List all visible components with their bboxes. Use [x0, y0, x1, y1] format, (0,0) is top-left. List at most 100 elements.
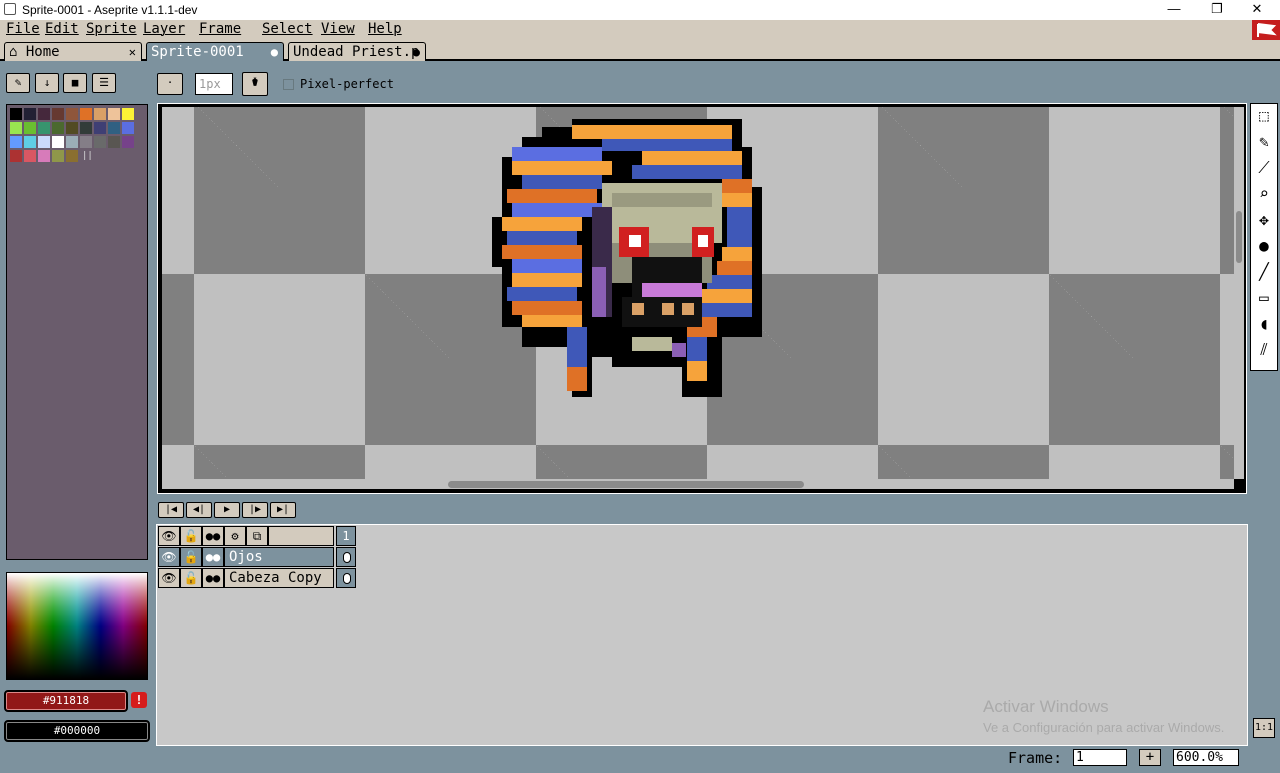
color-spectrum-picker[interactable] [6, 572, 148, 680]
menu-view[interactable]: View [321, 21, 355, 37]
vertical-scrollbar[interactable] [1234, 107, 1244, 479]
palette-swatch[interactable] [24, 108, 36, 120]
palette-swatch[interactable] [52, 108, 64, 120]
lock-header-icon[interactable]: 🔓 [180, 526, 202, 546]
layer-visibility-icon[interactable]: 👁 [158, 547, 180, 567]
palette-swatch[interactable] [38, 150, 50, 162]
menu-help[interactable]: Help [368, 21, 402, 37]
prev-frame-icon[interactable]: ◀| [186, 502, 212, 518]
menu-frame[interactable]: Frame [199, 21, 241, 37]
frame-input[interactable]: 1 [1073, 749, 1127, 766]
layer-visibility-icon[interactable]: 👁 [158, 568, 180, 588]
foreground-color-button[interactable]: #911818 [4, 690, 128, 712]
close-window-button[interactable]: ✕ [1234, 0, 1280, 20]
palette-swatch[interactable] [122, 136, 134, 148]
palette-swatch[interactable] [108, 122, 120, 134]
palette-swatch[interactable] [10, 108, 22, 120]
palette-options-icon[interactable]: ☰ [92, 73, 116, 93]
tab-home-close-icon[interactable]: ✕ [129, 43, 136, 61]
last-frame-icon[interactable]: ▶| [270, 502, 296, 518]
palette-swatch[interactable] [10, 150, 22, 162]
add-frame-button[interactable]: + [1139, 749, 1161, 766]
layer-lock-icon[interactable]: 🔓 [180, 547, 202, 567]
background-color-button[interactable]: #000000 [4, 720, 150, 742]
tab-sprite-0001[interactable]: Sprite-0001 ● [146, 42, 284, 61]
brush-type-icon[interactable]: · [157, 73, 183, 95]
palette-resize-handle[interactable]: || [82, 151, 93, 161]
layer-name-cabeza-copy[interactable]: Cabeza Copy [224, 568, 334, 588]
unsaved-dot-icon[interactable]: ● [271, 43, 278, 61]
sprite-canvas[interactable] [162, 107, 1234, 479]
layer-continuous-icon[interactable]: ●● [202, 568, 224, 588]
unsaved-dot-icon[interactable]: ● [413, 43, 420, 61]
palette-swatch[interactable] [94, 122, 106, 134]
palette-swatch[interactable] [38, 136, 50, 148]
palette-swatch[interactable] [10, 122, 22, 134]
palette-swatch[interactable] [80, 122, 92, 134]
sort-palette-icon[interactable]: ↓ [35, 73, 59, 93]
menu-file[interactable]: File [6, 21, 40, 37]
brush-size-input[interactable]: 1px [195, 73, 233, 95]
palette-swatch[interactable] [66, 136, 78, 148]
palette-swatch[interactable] [24, 150, 36, 162]
minimize-button[interactable]: — [1151, 0, 1197, 20]
menu-layer[interactable]: Layer [143, 21, 185, 37]
palette-swatch[interactable] [10, 136, 22, 148]
palette-swatch[interactable] [94, 108, 106, 120]
continuous-header-icon[interactable]: ●● [202, 526, 224, 546]
fill-bucket-icon[interactable]: ● [1253, 234, 1275, 258]
pencil-icon[interactable]: ✎ [1253, 130, 1275, 154]
vertical-scroll-thumb[interactable] [1236, 211, 1242, 263]
layer-lock-icon[interactable]: 🔓 [180, 568, 202, 588]
palette-swatch[interactable] [80, 108, 92, 120]
layer-name-ojos[interactable]: Ojos [224, 547, 334, 567]
palette-swatch[interactable] [38, 122, 50, 134]
palette-swatch[interactable] [52, 136, 64, 148]
blur-icon[interactable]: ⫽ [1253, 338, 1275, 362]
zoom-icon[interactable]: ⌕ [1253, 182, 1275, 206]
presets-palette-icon[interactable]: ■ [63, 73, 87, 93]
marquee-icon[interactable]: ⬚ [1253, 104, 1275, 128]
palette-swatch[interactable] [80, 136, 92, 148]
move-icon[interactable]: ✥ [1253, 208, 1275, 232]
menu-edit[interactable]: Edit [45, 21, 79, 37]
contour-icon[interactable]: ◖ [1253, 312, 1275, 336]
horizontal-scroll-thumb[interactable] [448, 481, 804, 488]
palette-swatch[interactable] [108, 136, 120, 148]
palette-swatch[interactable] [108, 108, 120, 120]
palette-swatch[interactable] [122, 122, 134, 134]
line-icon[interactable]: ╱ [1253, 260, 1275, 284]
onion-skin-icon[interactable]: ⧉ [246, 526, 268, 546]
play-icon[interactable]: ▶ [214, 502, 240, 518]
zoom-reset-button[interactable]: 1:1 [1253, 718, 1275, 738]
edit-palette-icon[interactable]: ✎ [6, 73, 30, 93]
rectangle-icon[interactable]: ▭ [1253, 286, 1275, 310]
warning-icon[interactable]: ! [131, 692, 147, 708]
palette-swatch[interactable] [122, 108, 134, 120]
palette-swatch[interactable] [38, 108, 50, 120]
ink-type-icon[interactable]: ⚱ [242, 72, 268, 96]
palette-swatch[interactable] [24, 136, 36, 148]
next-frame-icon[interactable]: |▶ [242, 502, 268, 518]
horizontal-scrollbar[interactable] [162, 479, 1234, 489]
tab-home[interactable]: ⌂ Home ✕ [4, 42, 142, 61]
frame-header-1[interactable]: 1 [336, 526, 356, 546]
palette-swatch[interactable] [66, 150, 78, 162]
tab-undead-priest[interactable]: Undead Priest.p ● [288, 42, 426, 61]
gear-icon[interactable]: ⚙ [224, 526, 246, 546]
layer-continuous-icon[interactable]: ●● [202, 547, 224, 567]
palette-swatch[interactable] [94, 136, 106, 148]
menu-sprite[interactable]: Sprite [86, 21, 137, 37]
palette-swatch[interactable] [66, 108, 78, 120]
palette-swatch[interactable] [52, 150, 64, 162]
palette-swatch[interactable] [24, 122, 36, 134]
zoom-input[interactable]: 600.0% [1173, 749, 1239, 766]
cel-cabeza-copy-1[interactable] [336, 568, 356, 588]
first-frame-icon[interactable]: |◀ [158, 502, 184, 518]
visibility-header-icon[interactable]: 👁 [158, 526, 180, 546]
eyedropper-icon[interactable]: ⟋ [1253, 156, 1275, 180]
cel-ojos-1[interactable] [336, 547, 356, 567]
palette-swatch[interactable] [52, 122, 64, 134]
palette-swatch[interactable] [66, 122, 78, 134]
pixel-perfect-checkbox[interactable] [283, 79, 294, 90]
